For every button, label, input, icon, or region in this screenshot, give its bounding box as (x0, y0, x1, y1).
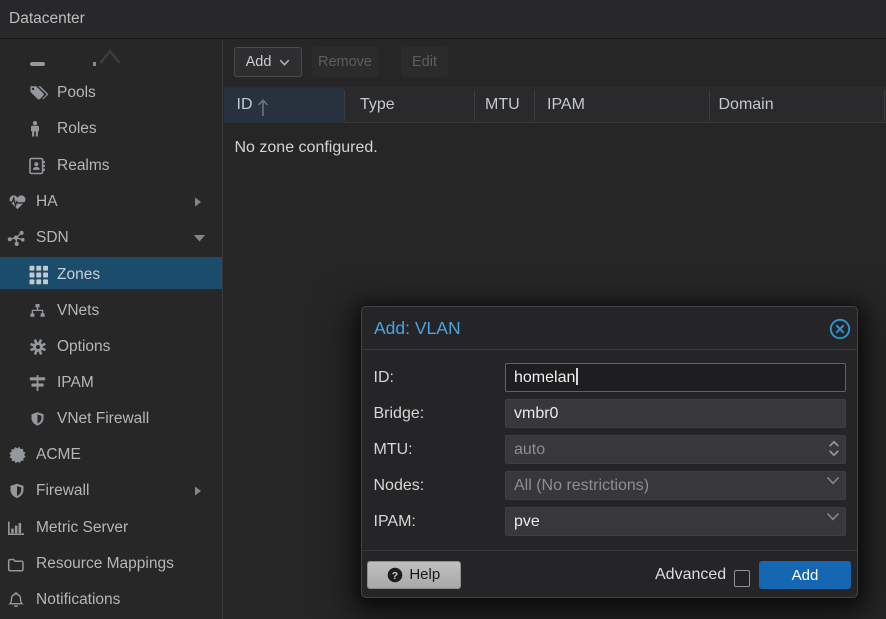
svg-text:?: ? (392, 569, 398, 581)
